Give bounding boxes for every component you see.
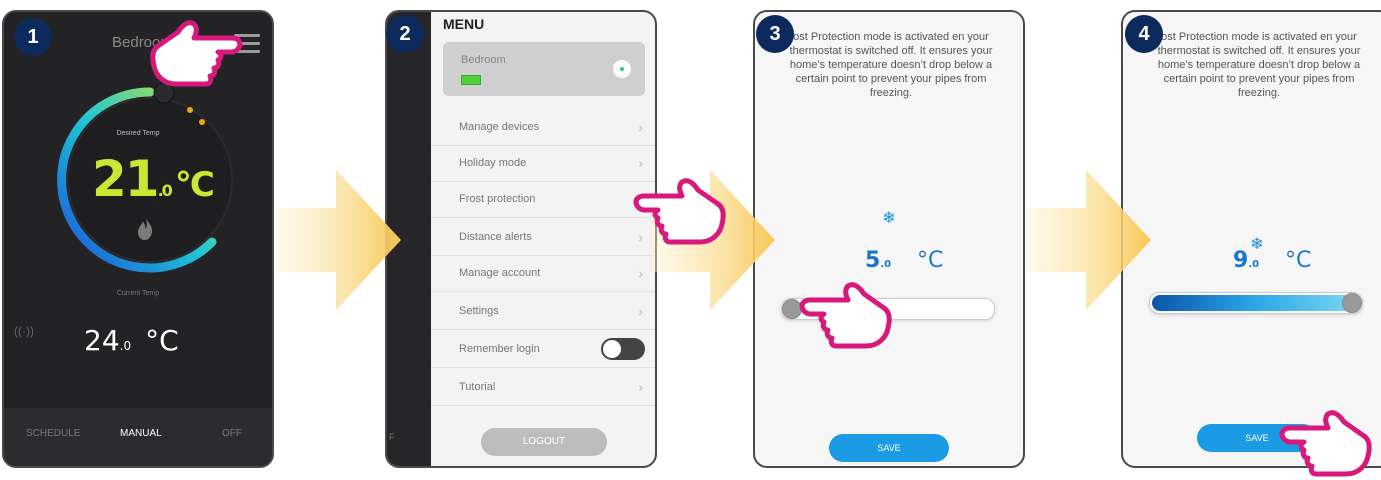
- device-name: Bedroom: [461, 54, 506, 66]
- mode-tab-bar: SCHEDULE MANUAL OFF: [4, 408, 272, 466]
- menu-item-manage-account[interactable]: Manage account ›: [431, 256, 655, 292]
- menu-item-manage-devices[interactable]: Manage devices ›: [431, 110, 655, 146]
- signal-icon: ((·)): [14, 324, 34, 338]
- chevron-right-icon: ›: [638, 119, 643, 135]
- step-badge-1: 1: [14, 18, 52, 56]
- step-badge-2: 2: [386, 15, 424, 53]
- menu-item-frost-protection[interactable]: Frost protection: [431, 182, 655, 218]
- screen-menu: F MENU Bedroom Manage devices › Holiday m…: [385, 10, 657, 468]
- step-badge-4: 4: [1125, 15, 1163, 53]
- arrow-icon: [276, 170, 401, 310]
- chevron-right-icon: ›: [638, 379, 643, 395]
- snowflake-icon: ❄: [882, 210, 896, 227]
- frost-temp-slider[interactable]: [1149, 292, 1363, 314]
- status-dot-icon: [613, 60, 631, 78]
- device-card[interactable]: Bedroom: [443, 42, 645, 96]
- desired-temp-label: Desired Temp: [116, 130, 160, 137]
- screen-frost-protection: ost Protection mode is activated en your…: [753, 10, 1025, 468]
- step-badge-3: 3: [756, 15, 794, 53]
- frost-temp-value: 5.0: [865, 248, 892, 273]
- menu-item-distance-alerts[interactable]: Distance alerts ›: [431, 220, 655, 256]
- slider-fill: [1152, 295, 1354, 311]
- menu-item-settings[interactable]: Settings ›: [431, 294, 655, 330]
- remember-login-toggle[interactable]: [601, 338, 645, 360]
- frost-description: ost Protection mode is activated en your…: [789, 31, 993, 99]
- menu-item-remember-login: Remember login: [431, 332, 655, 368]
- pointing-hand-icon: [150, 20, 243, 87]
- tab-off[interactable]: OFF: [222, 428, 242, 439]
- chevron-right-icon: ›: [638, 265, 643, 281]
- pointing-hand-icon: [799, 282, 892, 349]
- current-temp-label: Current Temp: [116, 290, 160, 297]
- menu-item-holiday-mode[interactable]: Holiday mode ›: [431, 146, 655, 182]
- menu-title: MENU: [443, 16, 485, 32]
- current-temp-value: 24.0 °C: [84, 324, 179, 357]
- flame-icon: [138, 216, 152, 240]
- tab-schedule[interactable]: SCHEDULE: [26, 428, 80, 439]
- slider-knob[interactable]: [1342, 293, 1362, 313]
- frost-temp-value: 9.0: [1233, 248, 1260, 273]
- chevron-right-icon: ›: [638, 303, 643, 319]
- screen-frost-protection-adjusted: ost Protection mode is activated en your…: [1121, 10, 1381, 468]
- chevron-right-icon: ›: [638, 155, 643, 171]
- frost-temp-unit: °C: [1285, 248, 1312, 273]
- pointing-hand-icon: [1279, 410, 1372, 477]
- battery-icon: [461, 75, 481, 85]
- arrow-icon: [1026, 170, 1151, 310]
- save-button[interactable]: SAVE: [829, 434, 949, 462]
- menu-item-tutorial[interactable]: Tutorial ›: [431, 370, 655, 406]
- logout-button[interactable]: LOGOUT: [481, 428, 607, 456]
- pointing-hand-icon: [633, 178, 726, 245]
- tab-manual[interactable]: MANUAL: [120, 428, 162, 439]
- frost-temp-unit: °C: [917, 248, 944, 273]
- frost-description: ost Protection mode is activated en your…: [1157, 31, 1361, 99]
- desired-temp-value: 21.0 °C: [92, 150, 215, 208]
